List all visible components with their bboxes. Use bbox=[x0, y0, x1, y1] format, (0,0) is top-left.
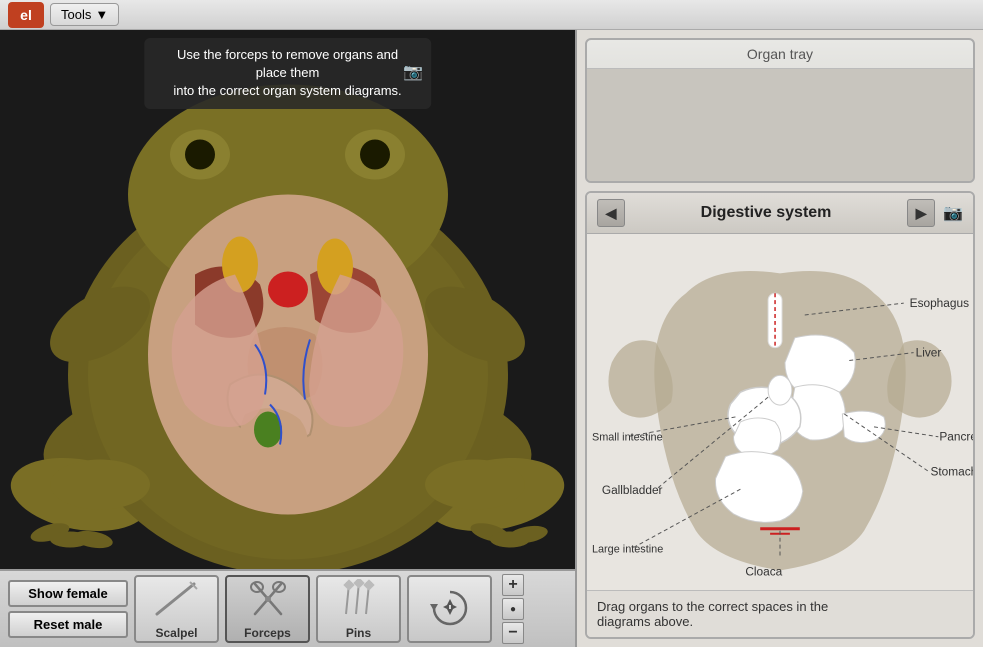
organ-tray: Organ tray bbox=[585, 38, 975, 183]
scalpel-icon bbox=[152, 579, 202, 624]
frog-illustration bbox=[0, 30, 575, 569]
main-content: Use the forceps to remove organs and pla… bbox=[0, 30, 983, 647]
diagram-instruction: Drag organs to the correct spaces in the… bbox=[587, 590, 973, 637]
diagram-section: ◀ Digestive system ▶ 📷 bbox=[585, 191, 975, 639]
cloaca-label: Cloaca bbox=[745, 564, 782, 578]
esophagus-label: Esophagus bbox=[910, 296, 969, 310]
frog-view[interactable] bbox=[0, 30, 575, 569]
stomach-label: Stomach bbox=[930, 464, 973, 478]
show-female-button[interactable]: Show female bbox=[8, 580, 128, 607]
tools-button[interactable]: Tools ▼ bbox=[50, 3, 119, 26]
small-intestine-label: Small intestine bbox=[592, 432, 663, 444]
organ-tray-title: Organ tray bbox=[587, 40, 973, 69]
forceps-tool[interactable]: Forceps bbox=[225, 575, 310, 643]
large-intestine-label: Large intestine bbox=[592, 544, 663, 556]
next-diagram-button[interactable]: ▶ bbox=[907, 199, 935, 227]
rotate-icon bbox=[427, 587, 473, 632]
gallbladder-label: Gallbladder bbox=[602, 483, 663, 497]
pins-tool[interactable]: Pins bbox=[316, 575, 401, 643]
rotate-tool[interactable] bbox=[407, 575, 492, 643]
liver-label: Liver bbox=[916, 346, 942, 360]
left-panel: Use the forceps to remove organs and pla… bbox=[0, 30, 575, 647]
diagram-title: Digestive system bbox=[633, 204, 899, 222]
pins-icon bbox=[334, 579, 384, 624]
camera-icon-diagram[interactable]: 📷 bbox=[943, 203, 963, 223]
app-logo: el bbox=[8, 2, 44, 28]
tools-panel: Show female Reset male Scalpel bbox=[0, 569, 575, 647]
zoom-controls: + ● − bbox=[502, 574, 524, 644]
scalpel-tool[interactable]: Scalpel bbox=[134, 575, 219, 643]
pancreas-label: Pancreas bbox=[939, 430, 973, 444]
organ-tray-content[interactable] bbox=[587, 69, 973, 181]
zoom-fit-button[interactable]: ● bbox=[502, 598, 524, 620]
mode-buttons: Show female Reset male bbox=[8, 580, 128, 638]
diagram-canvas[interactable]: Esophagus Liver Pancreas Stomach Small i… bbox=[587, 234, 973, 590]
zoom-out-button[interactable]: − bbox=[502, 622, 524, 644]
forceps-icon bbox=[243, 579, 293, 624]
camera-icon-tooltip[interactable]: 📷 bbox=[403, 62, 423, 84]
digestive-diagram: Esophagus Liver Pancreas Stomach Small i… bbox=[587, 234, 973, 590]
zoom-in-button[interactable]: + bbox=[502, 574, 524, 596]
reset-male-button[interactable]: Reset male bbox=[8, 611, 128, 638]
diagram-header: ◀ Digestive system ▶ 📷 bbox=[587, 193, 973, 234]
instruction-tooltip: Use the forceps to remove organs and pla… bbox=[144, 38, 432, 109]
right-panel: Organ tray ◀ Digestive system ▶ 📷 bbox=[575, 30, 983, 647]
prev-diagram-button[interactable]: ◀ bbox=[597, 199, 625, 227]
toolbar: el Tools ▼ bbox=[0, 0, 983, 30]
